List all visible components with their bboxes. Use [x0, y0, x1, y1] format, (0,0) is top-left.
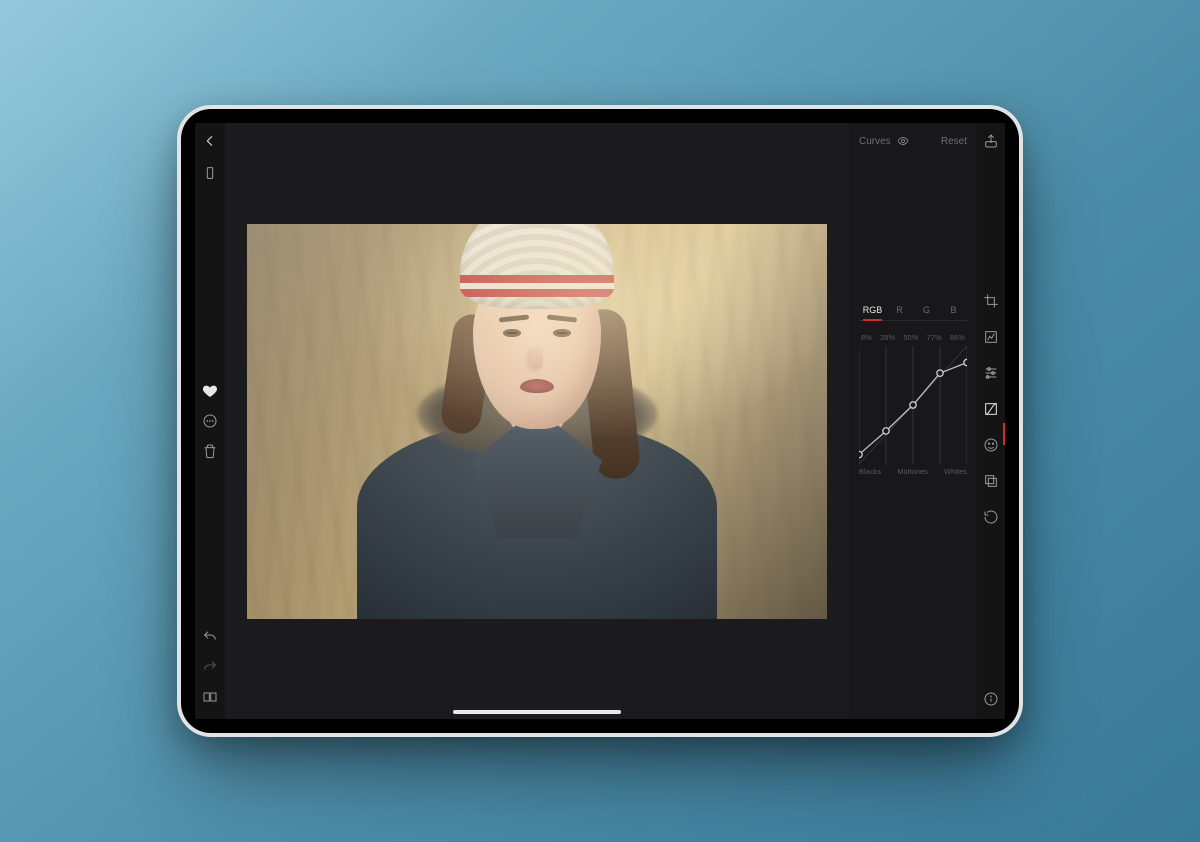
channel-tabs: RGB R G B [859, 301, 967, 321]
curve-point-values: 8% 28% 50% 77% 86% [859, 333, 967, 346]
tab-blue[interactable]: B [940, 301, 967, 321]
canvas[interactable] [225, 123, 849, 719]
favorite-heart-icon[interactable] [202, 383, 218, 399]
curve-point[interactable] [964, 359, 967, 365]
curve-point[interactable] [883, 428, 889, 434]
curve-point[interactable] [859, 451, 862, 457]
layers-tool-icon[interactable] [983, 473, 999, 489]
label-midtones: Midtones [897, 467, 927, 476]
share-icon[interactable] [983, 133, 999, 149]
ipad-bezel: Curves Reset RGB R G B 8% [181, 109, 1019, 733]
portrait-subject [367, 259, 707, 619]
undo-icon[interactable] [202, 629, 218, 645]
app-screen: Curves Reset RGB R G B 8% [195, 123, 1005, 719]
info-icon[interactable] [983, 691, 999, 707]
back-button[interactable] [202, 133, 218, 149]
ipad-frame: Curves Reset RGB R G B 8% [177, 105, 1023, 737]
label-whites: Whites [944, 467, 967, 476]
face-retouch-icon[interactable] [983, 437, 999, 453]
tab-red[interactable]: R [886, 301, 913, 321]
photo-preview[interactable] [247, 224, 827, 619]
filmstrip-toggle[interactable] [202, 165, 218, 181]
label-blacks: Blacks [859, 467, 881, 476]
sliders-tool-icon[interactable] [983, 365, 999, 381]
redo-icon[interactable] [202, 659, 218, 675]
tab-rgb[interactable]: RGB [859, 301, 886, 321]
curve-point[interactable] [937, 370, 943, 376]
compare-icon[interactable] [202, 689, 218, 705]
tab-green[interactable]: G [913, 301, 940, 321]
curves-tool-icon[interactable] [983, 401, 999, 417]
curve-point[interactable] [910, 402, 916, 408]
panel-title: Curves [859, 136, 891, 147]
preview-toggle-icon[interactable] [897, 135, 909, 147]
reset-button[interactable]: Reset [941, 136, 967, 147]
active-tool-indicator [1003, 423, 1005, 445]
left-toolbar [195, 123, 225, 719]
curves-editor[interactable]: 8% 28% 50% 77% 86% [859, 333, 967, 476]
levels-tool-icon[interactable] [983, 329, 999, 345]
tool-rail [977, 123, 1005, 719]
home-indicator[interactable] [453, 710, 621, 714]
adjustments-panel: Curves Reset RGB R G B 8% [849, 123, 977, 719]
curve-graph[interactable] [859, 346, 967, 464]
crop-tool-icon[interactable] [983, 293, 999, 309]
delete-trash-icon[interactable] [202, 443, 218, 459]
more-options-icon[interactable] [202, 413, 218, 429]
history-icon[interactable] [983, 509, 999, 525]
